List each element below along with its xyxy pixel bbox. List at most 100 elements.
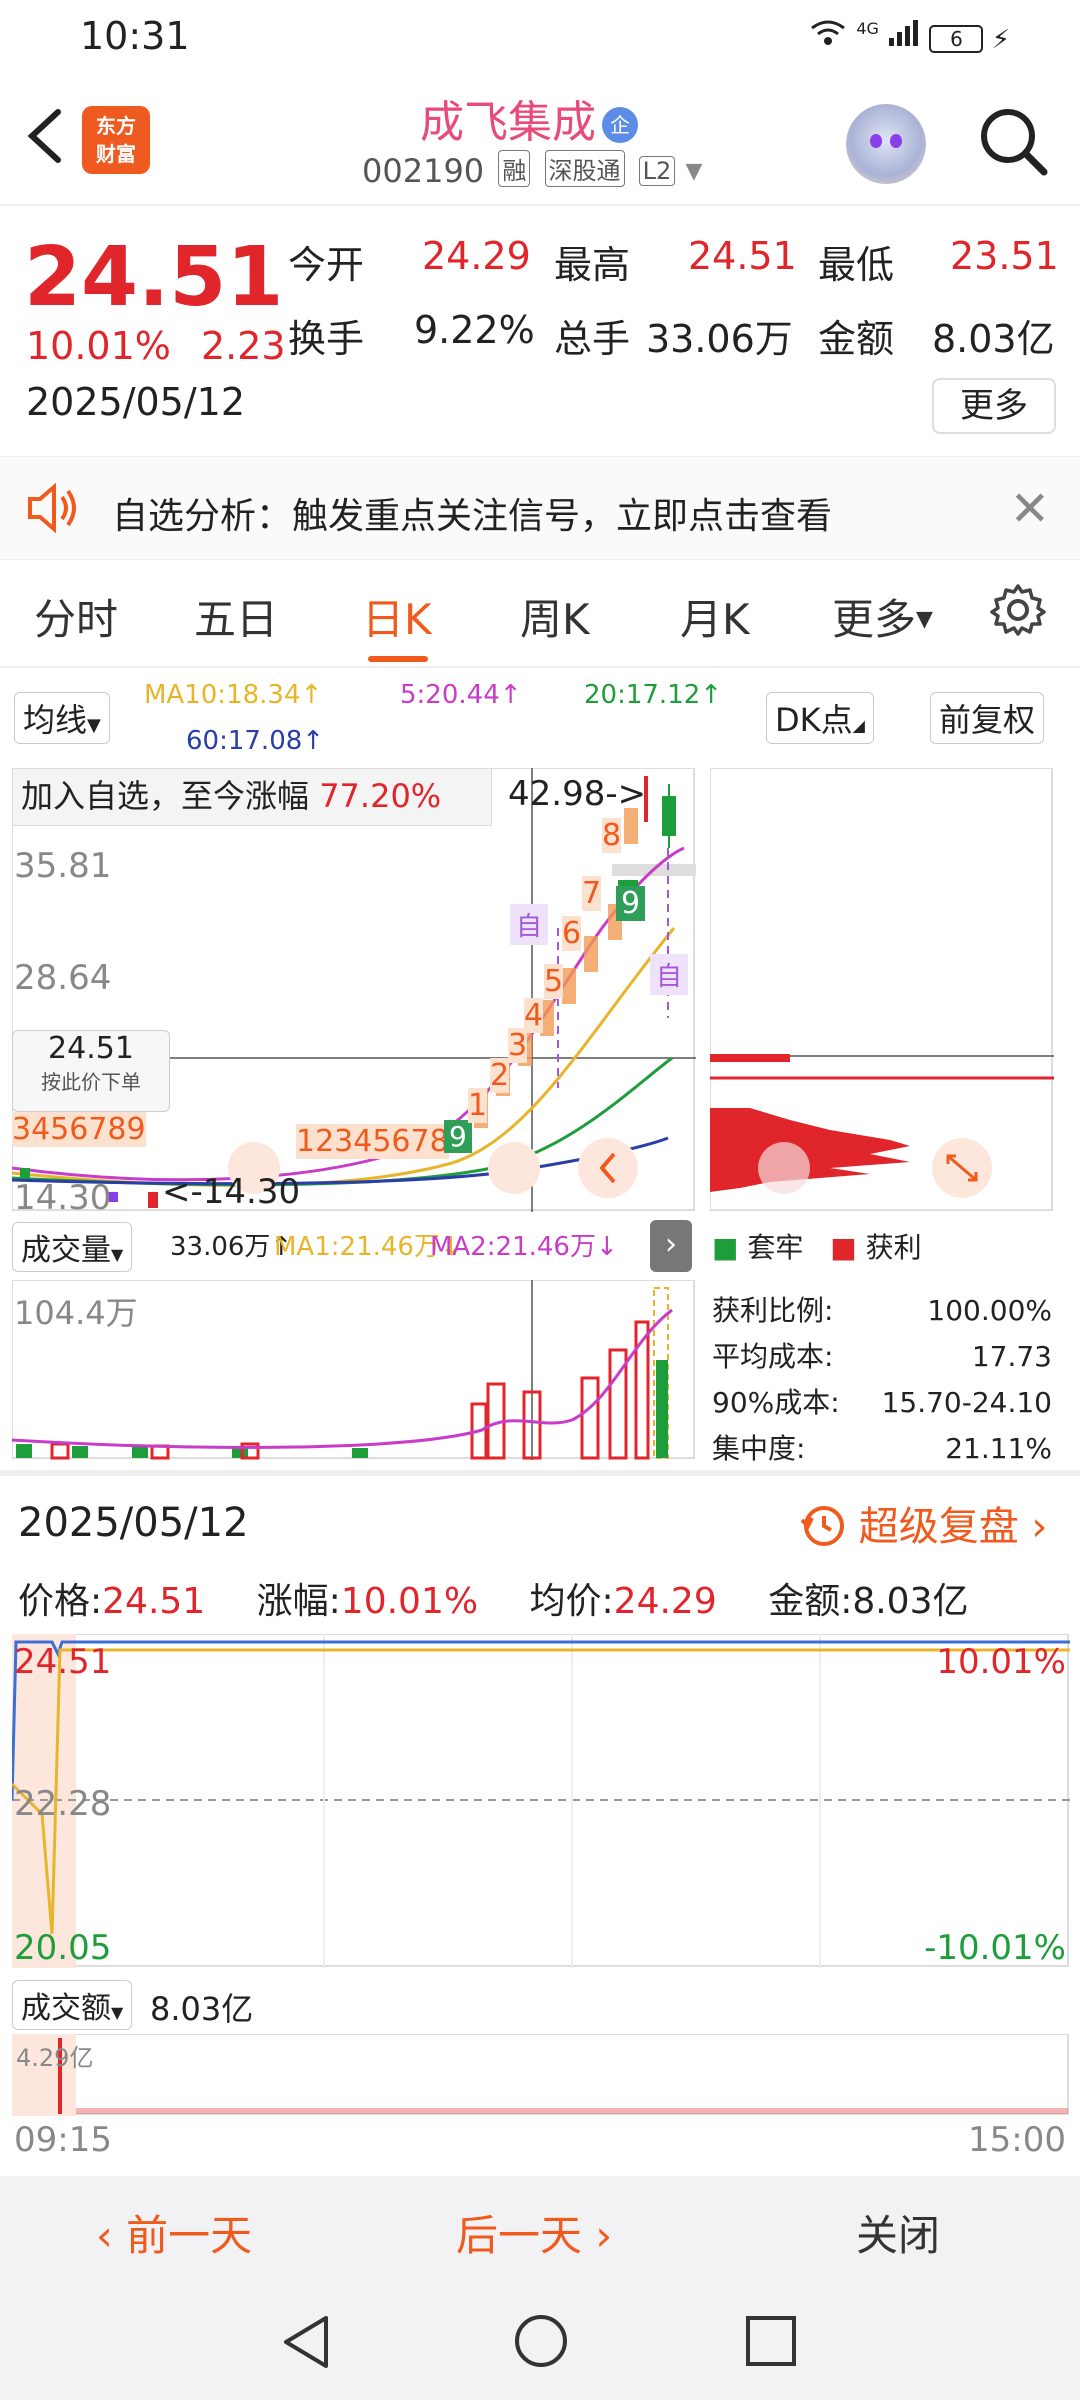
nav-recents-icon[interactable] (744, 2314, 798, 2372)
dk-button-label: DK点 (775, 701, 853, 739)
ma20-value: 20:17.12↑ (584, 680, 723, 710)
change-amount: 2.23 (201, 324, 286, 368)
status-icons: 4G 6 ⚡ (808, 18, 1010, 55)
prev-day-button[interactable]: ‹ 前一天 (96, 2202, 252, 2263)
tab-weekly-k[interactable]: 周K (520, 586, 590, 647)
super-replay-label: 超级复盘 (858, 1504, 1019, 1550)
intraday-y-bottom: 20.05 (14, 1928, 112, 1968)
app-logo: 东方 财富 (82, 106, 150, 174)
status-time: 10:31 (80, 14, 190, 58)
self-mark-2: 自 (650, 954, 689, 995)
system-navigation (0, 2280, 1080, 2400)
wifi-icon (808, 20, 856, 55)
avg-value: 24.29 (613, 1581, 717, 1622)
volume-label: 总手 (554, 317, 631, 361)
y-label-mid: 28.64 (14, 958, 112, 998)
crosshair-price-tag[interactable]: 24.51 按此价下单 (12, 1030, 170, 1112)
adjust-button[interactable]: 前复权 (930, 692, 1045, 744)
stock-code: 002190 (362, 152, 485, 190)
back-icon[interactable] (22, 106, 70, 166)
tab-five-day[interactable]: 五日 (194, 586, 278, 647)
y-label-top: 35.81 (14, 846, 112, 886)
nav-back-icon[interactable] (280, 2314, 334, 2374)
price-label: 价格: (18, 1581, 103, 1622)
tab-more-label: 更多 (832, 595, 917, 644)
legend-trapped: 套牢 (747, 1231, 804, 1264)
amount-max-label: 4.29亿 (16, 2044, 94, 2072)
tab-daily-k[interactable]: 日K (362, 586, 432, 647)
super-replay-link[interactable]: 超级复盘 › (800, 1494, 1047, 1552)
self-mark-1: 自 (510, 904, 549, 945)
seq-right-5: 5 (544, 964, 564, 999)
stat-label-cost-90: 90%成本: (712, 1386, 840, 1419)
replay-icon (800, 1506, 844, 1546)
tab-intraday[interactable]: 分时 (34, 586, 118, 647)
y-label-bottom: 14.30 (14, 1178, 112, 1218)
quote-panel: 24.51 10.01% 2.23 2025/05/12 今开 24.29 最高… (0, 206, 1080, 456)
intraday-y-top: 24.51 (14, 1642, 112, 1682)
stat-value-profit-ratio: 100.00% (927, 1294, 1052, 1327)
tag-l2: L2 (638, 156, 676, 186)
settings-icon[interactable] (990, 582, 1046, 642)
battery-icon: 6 (929, 25, 984, 53)
seq-right-end: 9 (616, 886, 646, 921)
seq-right-3: 3 (508, 1028, 528, 1063)
price-value: 24.51 (102, 1581, 206, 1622)
watchlist-note-text: 加入自选，至今涨幅 (21, 777, 310, 815)
stat-label-avg-cost: 平均成本: (712, 1340, 834, 1373)
seq-mid: 12345678 (296, 1124, 449, 1159)
seq-right-7: 7 (582, 876, 602, 911)
ma5-value: 5:20.44↑ (400, 680, 522, 710)
search-icon[interactable] (978, 106, 1048, 176)
amount-selector[interactable]: 成交额▼ (12, 1980, 133, 2030)
high-value: 24.51 (688, 234, 797, 278)
dk-button[interactable]: DK点◢ (766, 692, 874, 744)
speaker-icon (26, 482, 80, 537)
charging-icon: ⚡ (991, 25, 1010, 55)
volume-ma2: MA2:21.46万↓ (430, 1232, 618, 1262)
ma10-value: MA10:18.34↑ (144, 680, 323, 710)
kline-panel: 均线▼ MA10:18.34↑ 5:20.44↑ 20:17.12↑ 60:17… (0, 668, 1080, 1468)
tab-monthly-k[interactable]: 月K (680, 586, 750, 647)
amt-label: 金额: (768, 1581, 853, 1622)
close-icon[interactable]: ✕ (1010, 481, 1050, 537)
stock-code-row: 002190 融 深股通 L2 ▼ (362, 150, 702, 190)
ma-selector[interactable]: 均线▼ (14, 692, 110, 744)
intraday-date: 2025/05/12 (18, 1500, 249, 1546)
intraday-amount-chart (12, 2034, 1069, 2116)
high-label: 最高 (554, 243, 631, 287)
dropdown-icon[interactable]: ▼ (685, 159, 702, 184)
crosshair-order-hint: 按此价下单 (41, 1070, 141, 1094)
seq-right-1: 1 (468, 1088, 488, 1123)
change-row: 10.01% 2.23 (26, 324, 286, 368)
watchlist-gain-pct: 77.20% (319, 777, 442, 815)
intraday-price-chart[interactable] (12, 1634, 1070, 1968)
ma60-value: 60:17.08↑ (186, 726, 325, 756)
next-day-button[interactable]: 后一天 › (456, 2202, 612, 2263)
legend-profit: 获利 (865, 1231, 922, 1264)
high-marker-value: 42.98 (508, 774, 606, 814)
active-tab-indicator (368, 656, 428, 662)
close-button[interactable]: 关闭 (856, 2202, 940, 2263)
stock-name-text: 成飞集成 (420, 97, 596, 148)
nav-home-icon[interactable] (512, 2312, 570, 2374)
low-marker: <-14.30 (162, 1172, 301, 1212)
seq-right-6: 6 (562, 916, 582, 951)
time-start: 09:15 (14, 2120, 112, 2160)
chip-distribution-chart[interactable] (710, 768, 1054, 1212)
chg-label: 涨幅: (256, 1581, 341, 1622)
battery-level: 6 (950, 27, 963, 51)
more-quote-button[interactable]: 更多 (932, 378, 1056, 434)
last-price: 24.51 (24, 230, 284, 325)
low-label: 最低 (818, 243, 895, 287)
chip-stats: 获利比例: 100.00% 平均成本: 17.73 90%成本: 15.70-24.1… (712, 1288, 1052, 1472)
tab-more[interactable]: 更多▼ (832, 586, 933, 647)
stock-header: 东方 财富 成飞集成企 002190 融 深股通 L2 ▼ (0, 78, 1080, 206)
intraday-pct-top: 10.01% (936, 1642, 1066, 1682)
stat-value-avg-cost: 17.73 (971, 1340, 1052, 1373)
next-day-label: 后一天 (456, 2211, 583, 2260)
robot-assistant-icon[interactable] (846, 104, 926, 184)
expand-right-icon[interactable]: › (650, 1220, 692, 1272)
volume-selector[interactable]: 成交量▼ (12, 1222, 133, 1272)
analysis-banner[interactable]: 自选分析：触发重点关注信号，立即点击查看 ✕ (0, 456, 1080, 560)
